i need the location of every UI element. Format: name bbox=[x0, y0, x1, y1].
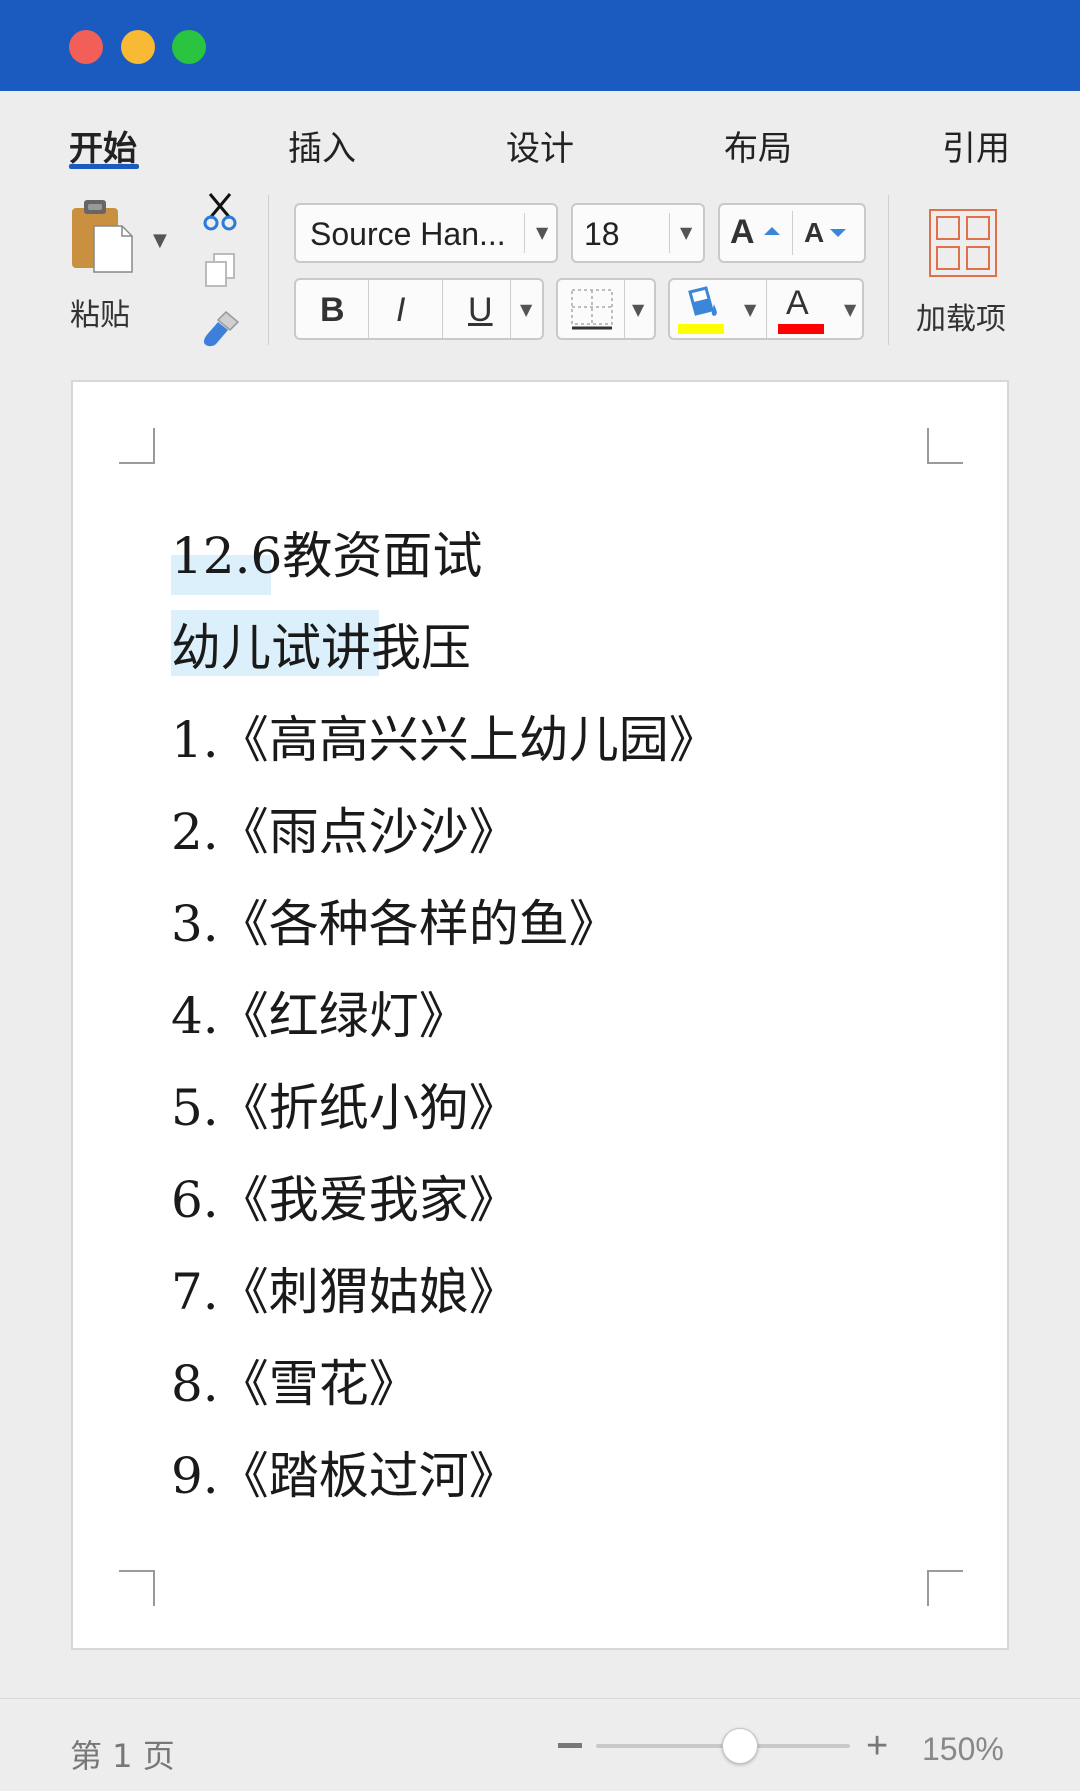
tab-design[interactable]: 设计 bbox=[506, 121, 574, 170]
zoom-window-button[interactable] bbox=[172, 30, 206, 64]
grow-font-glyph: A bbox=[730, 213, 755, 251]
paste-label: 粘贴 bbox=[70, 298, 130, 333]
divider bbox=[442, 280, 443, 338]
borders-button[interactable]: ▼ bbox=[556, 278, 656, 340]
font-color-swatch bbox=[778, 324, 824, 334]
ribbon-tabs: 开始 插入 设计 布局 引用 bbox=[0, 91, 1080, 181]
chevron-down-icon[interactable]: ▼ bbox=[520, 300, 532, 319]
zoom-slider-thumb[interactable] bbox=[722, 1728, 758, 1764]
zoom-in-button[interactable]: + bbox=[866, 1725, 888, 1768]
underline-button[interactable]: U bbox=[468, 291, 493, 330]
shrink-font-glyph: A bbox=[804, 217, 825, 248]
shrink-font-button[interactable]: A bbox=[804, 217, 860, 257]
status-bar: 第 1 页 + 150% bbox=[0, 1698, 1080, 1791]
tab-home[interactable]: 开始 bbox=[69, 121, 137, 170]
margin-corner-mark bbox=[927, 428, 963, 464]
document-line[interactable]: 8.《雪花》 bbox=[171, 1354, 419, 1414]
document-page[interactable]: 12.6教资面试 幼儿试讲我压 1.《高高兴兴上幼儿园》 2.《雨点沙沙》 3.… bbox=[71, 380, 1009, 1650]
chevron-down-icon[interactable]: ▼ bbox=[844, 300, 856, 319]
color-group: ▼ A ▼ bbox=[668, 278, 864, 340]
chevron-down-icon[interactable]: ▼ bbox=[680, 223, 692, 242]
divider bbox=[624, 280, 625, 338]
format-painter-icon[interactable] bbox=[200, 308, 242, 350]
font-size-buttons: A A bbox=[718, 203, 866, 263]
font-size-dropdown[interactable]: 18 ▼ bbox=[571, 203, 705, 263]
document-line[interactable]: 2.《雨点沙沙》 bbox=[171, 802, 519, 862]
highlight-button[interactable] bbox=[676, 284, 726, 336]
document-line[interactable]: 12.6教资面试 bbox=[171, 526, 482, 586]
text-style-group: B I U ▼ bbox=[294, 278, 544, 340]
copy-icon[interactable] bbox=[200, 250, 242, 292]
tab-layout[interactable]: 布局 bbox=[724, 121, 792, 170]
page-indicator: 第 1 页 bbox=[70, 1737, 175, 1775]
addins-label: 加载项 bbox=[916, 302, 1006, 337]
chevron-down-icon[interactable]: ▼ bbox=[632, 300, 644, 319]
margin-corner-mark bbox=[119, 428, 155, 464]
close-window-button[interactable] bbox=[69, 30, 103, 64]
chevron-down-icon[interactable]: ▼ bbox=[744, 300, 756, 319]
divider bbox=[368, 280, 369, 338]
chevron-down-icon[interactable]: ▼ bbox=[536, 223, 548, 242]
minimize-window-button[interactable] bbox=[121, 30, 155, 64]
document-line[interactable]: 7.《刺猬姑娘》 bbox=[171, 1262, 519, 1322]
font-color-button[interactable]: A bbox=[776, 284, 826, 336]
font-name-value: Source Han... bbox=[310, 216, 506, 252]
document-line[interactable]: 5.《折纸小狗》 bbox=[171, 1078, 519, 1138]
active-tab-indicator bbox=[69, 164, 139, 169]
divider bbox=[510, 280, 511, 338]
borders-icon bbox=[571, 289, 613, 330]
decrease-arrow-icon bbox=[830, 229, 846, 237]
document-line[interactable]: 6.《我爱我家》 bbox=[171, 1170, 519, 1230]
increase-arrow-icon bbox=[764, 227, 780, 235]
document-line[interactable]: 9.《踏板过河》 bbox=[171, 1446, 519, 1506]
font-color-glyph: A bbox=[786, 284, 809, 322]
ribbon-divider bbox=[268, 195, 269, 345]
divider bbox=[792, 211, 793, 255]
margin-corner-mark bbox=[927, 1570, 963, 1606]
divider bbox=[766, 280, 767, 338]
document-line[interactable]: 3.《各种各样的鱼》 bbox=[171, 894, 619, 954]
ribbon-divider bbox=[888, 195, 889, 345]
tab-references[interactable]: 引用 bbox=[942, 121, 1010, 170]
divider bbox=[669, 213, 670, 253]
paste-icon[interactable] bbox=[70, 198, 136, 274]
cut-icon[interactable] bbox=[200, 190, 242, 232]
font-size-value: 18 bbox=[584, 216, 620, 252]
highlight-icon bbox=[678, 286, 724, 334]
zoom-level[interactable]: 150% bbox=[922, 1731, 1004, 1768]
document-line[interactable]: 幼儿试讲我压 bbox=[171, 618, 471, 678]
addins-icon[interactable] bbox=[928, 208, 998, 278]
tab-insert[interactable]: 插入 bbox=[288, 121, 356, 170]
grow-font-button[interactable]: A bbox=[730, 213, 790, 253]
document-line[interactable]: 1.《高高兴兴上幼儿园》 bbox=[171, 710, 719, 770]
paste-options-chevron-icon[interactable]: ▼ bbox=[153, 230, 167, 251]
document-line[interactable]: 4.《红绿灯》 bbox=[171, 986, 469, 1046]
bold-button[interactable]: B bbox=[320, 291, 345, 330]
divider bbox=[524, 213, 525, 253]
margin-corner-mark bbox=[119, 1570, 155, 1606]
zoom-out-button[interactable] bbox=[558, 1743, 582, 1748]
title-bar bbox=[0, 0, 1080, 91]
font-name-dropdown[interactable]: Source Han... ▼ bbox=[294, 203, 558, 263]
italic-button[interactable]: I bbox=[396, 291, 405, 330]
